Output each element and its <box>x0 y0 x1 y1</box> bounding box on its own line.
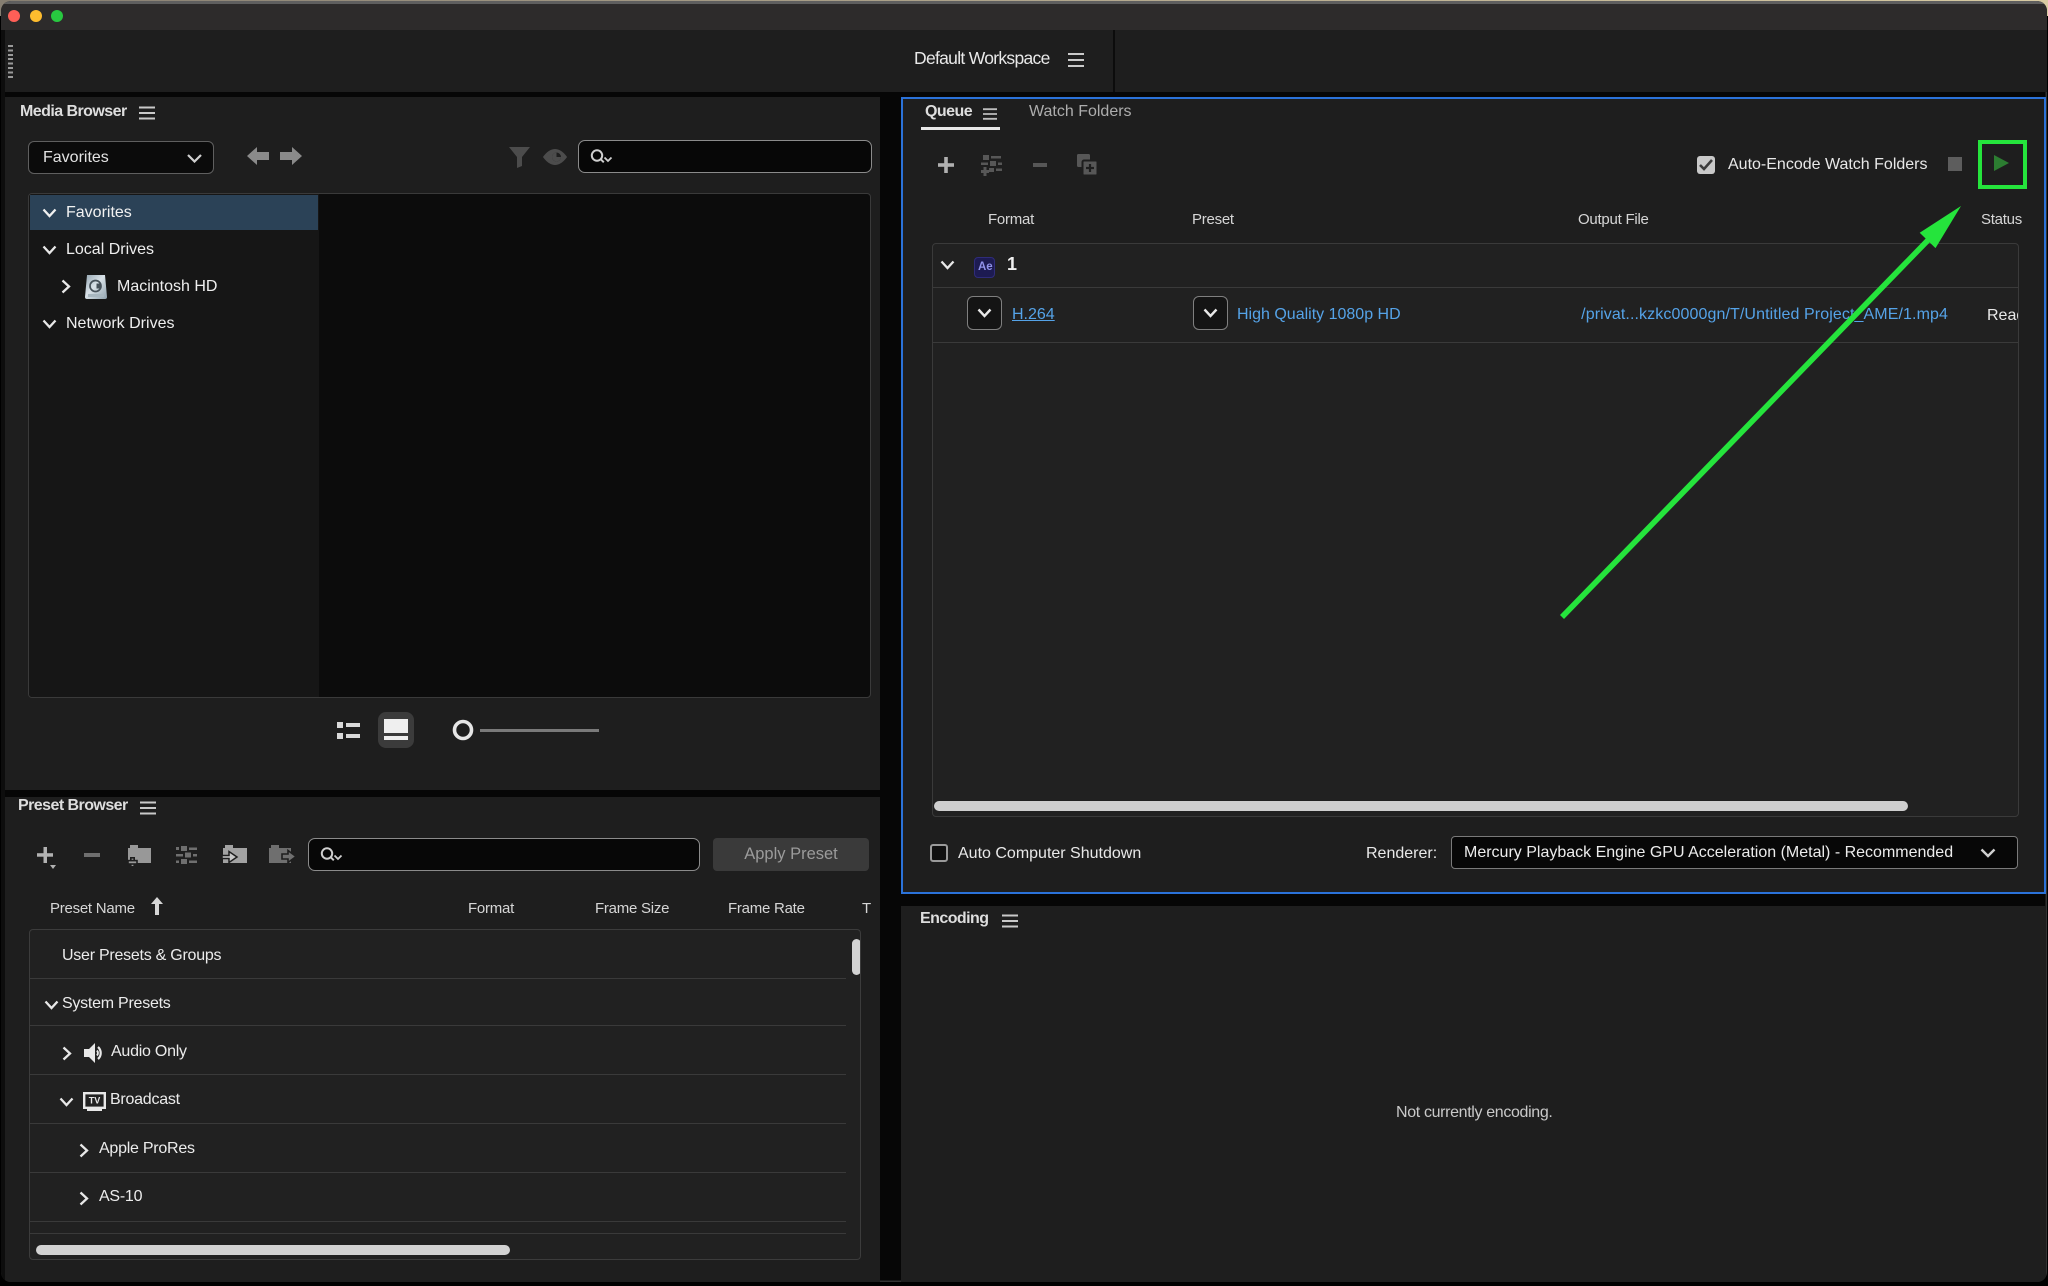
svg-text:TV: TV <box>89 1096 101 1106</box>
